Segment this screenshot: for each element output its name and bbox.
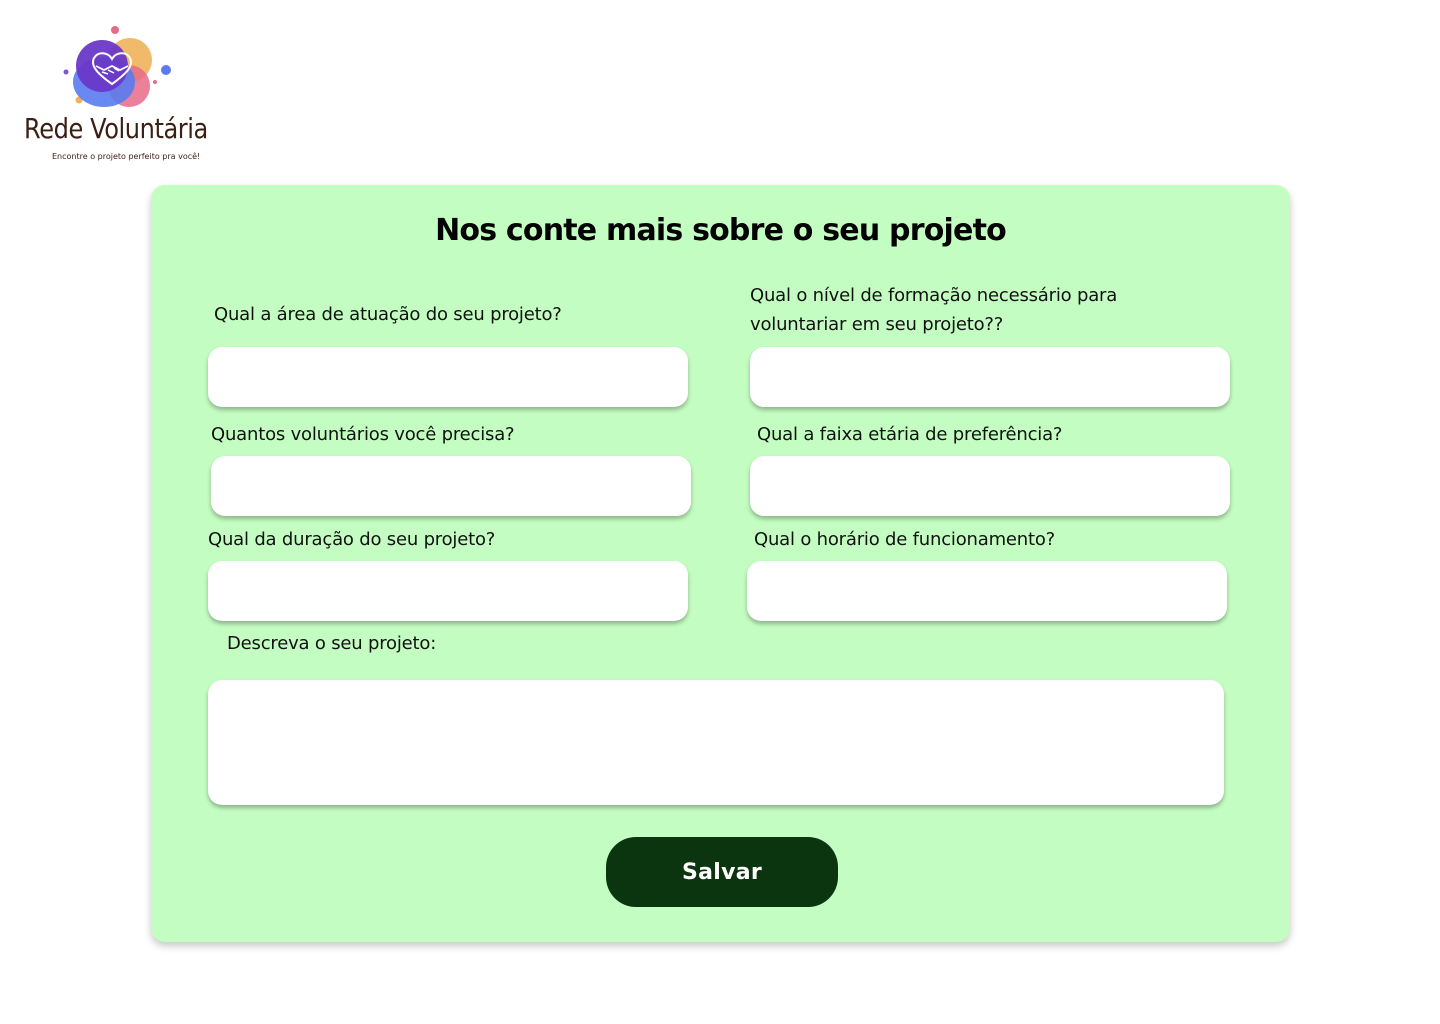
formacao-label-line2: voluntariar em seu projeto?? <box>750 314 1004 335</box>
duracao-input[interactable] <box>208 561 688 621</box>
voluntarios-input[interactable] <box>211 456 691 516</box>
brand-tagline: Encontre o projeto perfeito pra você! <box>52 152 201 161</box>
area-label: Qual a área de atuação do seu projeto? <box>214 304 562 325</box>
horario-label: Qual o horário de funcionamento? <box>754 529 1056 550</box>
brand-name: Rede Voluntária <box>24 112 208 145</box>
formacao-input[interactable] <box>750 347 1230 407</box>
project-form: Nos conte mais sobre o seu projeto Qual … <box>151 185 1290 942</box>
voluntarios-label: Quantos voluntários você precisa? <box>211 424 515 445</box>
save-button[interactable]: Salvar <box>606 837 838 907</box>
handshake-heart-icon <box>63 26 171 107</box>
descricao-textarea[interactable] <box>208 680 1224 805</box>
faixa-etaria-input[interactable] <box>750 456 1230 516</box>
formacao-label-line1: Qual o nível de formação necessário para <box>750 285 1118 306</box>
brand-logo[interactable]: Rede Voluntária Encontre o projeto perfe… <box>22 24 218 170</box>
faixa-etaria-label: Qual a faixa etária de preferência? <box>757 424 1063 445</box>
descricao-label: Descreva o seu projeto: <box>227 633 437 654</box>
formacao-label: Qual o nível de formação necessário para… <box>750 281 1117 339</box>
duracao-label: Qual da duração do seu projeto? <box>208 529 496 550</box>
area-input[interactable] <box>208 347 688 407</box>
horario-input[interactable] <box>747 561 1227 621</box>
form-title: Nos conte mais sobre o seu projeto <box>435 213 1007 248</box>
